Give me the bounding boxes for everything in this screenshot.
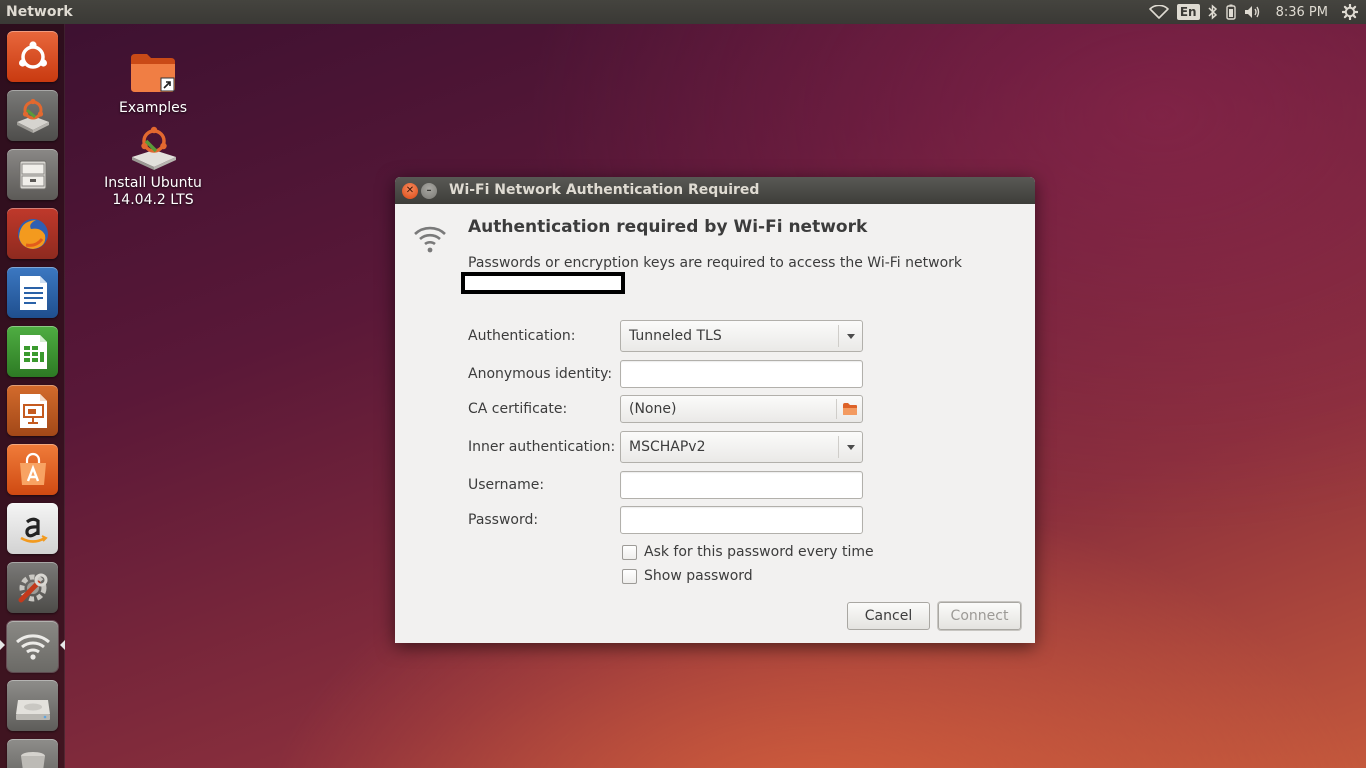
file-cabinet-icon bbox=[19, 160, 46, 189]
cancel-button[interactable]: Cancel bbox=[847, 602, 930, 630]
username-input[interactable] bbox=[620, 471, 863, 499]
dialog-title: Wi-Fi Network Authentication Required bbox=[449, 182, 760, 198]
launcher-item-trash[interactable] bbox=[7, 739, 58, 768]
launcher-item-libreoffice-impress[interactable] bbox=[7, 385, 58, 436]
volume-icon[interactable] bbox=[1244, 0, 1262, 24]
inner-authentication-label: Inner authentication: bbox=[468, 439, 616, 455]
launcher-item-libreoffice-calc[interactable] bbox=[7, 326, 58, 377]
impress-icon bbox=[19, 393, 47, 428]
clock[interactable]: 8:36 PM bbox=[1276, 0, 1328, 24]
launcher-item-firefox[interactable] bbox=[7, 208, 58, 259]
connect-button[interactable]: Connect bbox=[938, 602, 1021, 630]
active-indicator-right bbox=[60, 640, 65, 650]
minimize-button[interactable]: – bbox=[421, 183, 437, 199]
anonymous-identity-label: Anonymous identity: bbox=[468, 366, 613, 382]
chevron-down-icon bbox=[846, 444, 855, 450]
inner-authentication-value: MSCHAPv2 bbox=[629, 439, 706, 455]
authentication-value: Tunneled TLS bbox=[629, 328, 722, 344]
ca-certificate-chooser[interactable]: (None) bbox=[620, 395, 863, 423]
show-password-label: Show password bbox=[644, 568, 753, 584]
folder-icon bbox=[836, 399, 862, 419]
firefox-icon bbox=[17, 218, 48, 249]
keyboard-language-icon[interactable]: En bbox=[1176, 0, 1200, 24]
active-indicator-left bbox=[0, 640, 5, 650]
ask-password-checkbox[interactable] bbox=[622, 544, 637, 560]
launcher-item-files[interactable] bbox=[7, 149, 58, 200]
wifi-icon[interactable] bbox=[1149, 0, 1169, 24]
ca-certificate-label: CA certificate: bbox=[468, 401, 568, 417]
chevron-down-icon bbox=[846, 333, 855, 339]
password-input[interactable] bbox=[620, 506, 863, 534]
desktop-icon-label-line1: Install Ubuntu bbox=[104, 175, 202, 191]
wifi-auth-dialog: ✕ – Wi-Fi Network Authentication Require… bbox=[395, 177, 1035, 643]
show-password-checkbox-row[interactable]: Show password bbox=[622, 568, 753, 584]
desktop-icon-label-line2: 14.04.2 LTS bbox=[112, 192, 194, 208]
minimize-icon: – bbox=[426, 185, 432, 196]
authentication-select[interactable]: Tunneled TLS bbox=[620, 320, 863, 352]
battery-icon[interactable] bbox=[1225, 0, 1236, 24]
close-icon: ✕ bbox=[405, 185, 415, 196]
launcher-item-libreoffice-writer[interactable] bbox=[7, 267, 58, 318]
calc-icon bbox=[19, 334, 47, 369]
amazon-icon bbox=[19, 517, 48, 543]
active-app-title: Network bbox=[6, 4, 73, 20]
username-label: Username: bbox=[468, 477, 545, 493]
trash-icon bbox=[20, 751, 45, 768]
hard-drive-icon bbox=[15, 699, 50, 720]
desktop-icon-install-ubuntu[interactable]: Install Ubuntu 14.04.2 LTS bbox=[93, 125, 213, 209]
dialog-description: Passwords or encryption keys are require… bbox=[468, 255, 962, 271]
password-label: Password: bbox=[468, 512, 539, 528]
ask-password-checkbox-row[interactable]: Ask for this password every time bbox=[622, 544, 874, 560]
launcher-item-ubuntu-software-center[interactable] bbox=[7, 444, 58, 495]
launcher-item-amazon[interactable] bbox=[7, 503, 58, 554]
ask-password-label: Ask for this password every time bbox=[644, 544, 874, 560]
folder-icon bbox=[129, 50, 177, 98]
settings-wrench-icon bbox=[18, 573, 47, 602]
top-panel: Network En 8:36 PM bbox=[0, 0, 1366, 24]
anonymous-identity-input[interactable] bbox=[620, 360, 863, 388]
dropdown-arrow bbox=[838, 325, 862, 347]
inner-authentication-select[interactable]: MSCHAPv2 bbox=[620, 431, 863, 463]
session-gear-icon[interactable] bbox=[1342, 0, 1358, 24]
dropdown-arrow bbox=[838, 436, 862, 458]
close-button[interactable]: ✕ bbox=[402, 183, 418, 199]
wifi-icon bbox=[15, 633, 50, 660]
launcher-item-dash-home[interactable] bbox=[7, 31, 58, 82]
launcher bbox=[0, 24, 65, 768]
installer-icon bbox=[129, 125, 177, 173]
indicator-tray: En 8:36 PM bbox=[1145, 0, 1366, 24]
bluetooth-icon[interactable] bbox=[1208, 0, 1218, 24]
writer-icon bbox=[19, 275, 47, 310]
dialog-heading: Authentication required by Wi-Fi network bbox=[468, 217, 868, 237]
shopping-bag-icon bbox=[19, 452, 46, 485]
ca-certificate-value: (None) bbox=[629, 401, 677, 417]
launcher-item-system-settings[interactable] bbox=[7, 562, 58, 613]
language-label: En bbox=[1176, 4, 1200, 20]
launcher-item-install-ubuntu[interactable] bbox=[7, 90, 58, 141]
dialog-titlebar[interactable]: ✕ – Wi-Fi Network Authentication Require… bbox=[395, 177, 1035, 204]
show-password-checkbox[interactable] bbox=[622, 568, 637, 584]
desktop-icon-examples[interactable]: Examples bbox=[93, 50, 213, 117]
launcher-item-disk-drive[interactable] bbox=[7, 680, 58, 731]
desktop-icon-label: Examples bbox=[118, 100, 188, 116]
ubuntu-logo-icon bbox=[18, 40, 47, 69]
installer-icon bbox=[16, 98, 49, 133]
launcher-item-network[interactable] bbox=[6, 620, 59, 673]
wifi-icon bbox=[413, 222, 447, 260]
authentication-label: Authentication: bbox=[468, 328, 576, 344]
redacted-network-name bbox=[461, 272, 625, 294]
